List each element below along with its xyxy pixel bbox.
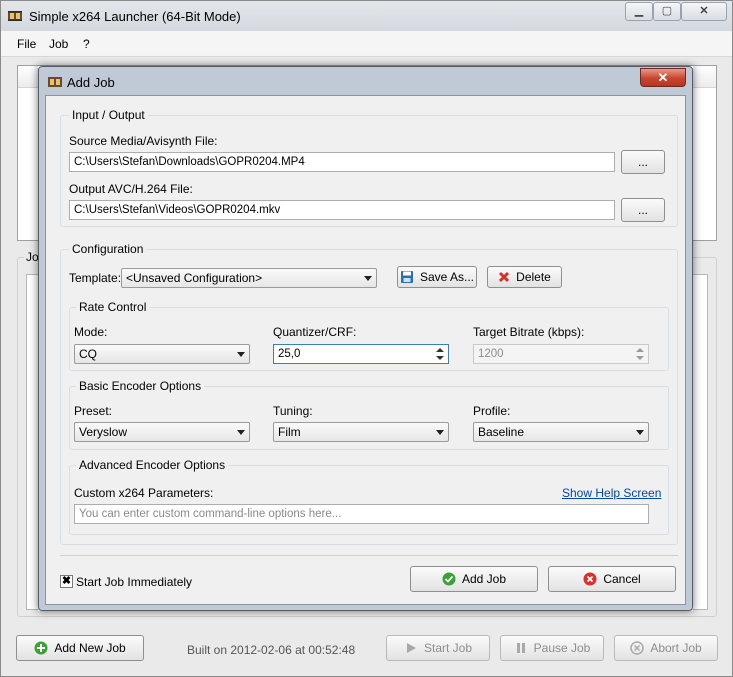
window-title: Simple x264 Launcher (64-Bit Mode) <box>29 9 241 24</box>
cancel-label: Cancel <box>603 572 641 586</box>
abort-icon <box>630 641 645 655</box>
menu-file[interactable]: File <box>17 37 36 51</box>
menu-help[interactable]: ? <box>83 37 90 51</box>
cancel-circle-icon <box>583 572 597 586</box>
mode-select[interactable]: CQ <box>74 344 250 364</box>
menu-job[interactable]: Job <box>49 37 68 51</box>
delete-label: Delete <box>516 270 551 284</box>
chevron-down-icon <box>364 276 372 281</box>
main-titlebar: Simple x264 Launcher (64-Bit Mode) ▁ ▢ ✕ <box>1 1 732 31</box>
minimize-button[interactable]: ▁ <box>625 2 653 21</box>
chevron-down-icon <box>636 430 644 435</box>
start-immediately-label: Start Job Immediately <box>76 575 193 589</box>
rate-control-legend: Rate Control <box>76 300 150 314</box>
chevron-down-icon <box>237 430 245 435</box>
add-icon <box>34 641 48 655</box>
footer-separator <box>60 555 678 556</box>
preset-label: Preset: <box>74 404 113 418</box>
bitrate-input[interactable]: 1200 <box>473 344 649 364</box>
pause-icon <box>516 643 525 653</box>
add-job-button[interactable]: Add Job <box>410 566 538 592</box>
input-output-group: Input / Output Source Media/Avisynth Fil… <box>60 108 678 227</box>
bitrate-value: 1200 <box>478 348 504 360</box>
mode-label: Mode: <box>74 325 108 339</box>
start-immediately-checkbox[interactable]: ✖ <box>60 575 73 588</box>
advanced-encoder-group: Advanced Encoder Options Custom x264 Par… <box>69 458 669 535</box>
close-window-button[interactable]: ✕ <box>681 2 727 21</box>
configuration-legend: Configuration <box>69 242 147 256</box>
source-file-input[interactable]: C:\Users\Stefan\Downloads\GOPR0204.MP4 <box>69 152 615 172</box>
basic-encoder-group: Basic Encoder Options Preset: Veryslow T… <box>69 379 669 450</box>
browse-output-button[interactable]: ... <box>621 198 665 222</box>
dialog-title: Add Job <box>67 75 115 90</box>
build-status-text: Built on 2012-02-06 at 00:52:48 <box>187 643 356 657</box>
tuning-select-value: Film <box>278 425 301 439</box>
cancel-button[interactable]: Cancel <box>548 566 676 592</box>
configuration-group: Configuration Template: <Unsaved Configu… <box>60 242 678 545</box>
preset-select[interactable]: Veryslow <box>74 422 250 442</box>
profile-select-value: Baseline <box>478 425 525 439</box>
rate-control-group: Rate Control Mode: CQ Quantizer/CRF: 25,… <box>69 300 669 371</box>
delete-template-button[interactable]: Delete <box>487 266 562 288</box>
add-new-job-label: Add New Job <box>54 641 126 655</box>
template-select-value: <Unsaved Configuration> <box>126 271 263 285</box>
pause-job-button[interactable]: Pause Job <box>500 635 604 661</box>
quantizer-spinner-icon[interactable] <box>433 346 447 362</box>
app-film-icon <box>8 11 22 21</box>
advanced-encoder-legend: Advanced Encoder Options <box>76 458 229 472</box>
bitrate-spinner-icon[interactable] <box>633 346 647 362</box>
source-file-label: Source Media/Avisynth File: <box>69 134 218 148</box>
input-output-legend: Input / Output <box>69 108 148 122</box>
dialog-titlebar: Add Job ✕ <box>39 67 692 95</box>
dialog-close-button[interactable]: ✕ <box>640 68 686 87</box>
dialog-body: Input / Output Source Media/Avisynth Fil… <box>45 95 686 605</box>
maximize-button[interactable]: ▢ <box>653 2 681 21</box>
save-as-label: Save As... <box>419 270 475 284</box>
quantizer-input[interactable]: 25,0 <box>273 344 449 364</box>
custom-params-label: Custom x264 Parameters: <box>74 486 214 500</box>
quantizer-value: 25,0 <box>278 348 301 360</box>
play-icon <box>406 643 416 653</box>
basic-encoder-legend: Basic Encoder Options <box>76 379 205 393</box>
save-icon <box>400 271 413 283</box>
output-file-input[interactable]: C:\Users\Stefan\Videos\GOPR0204.mkv <box>69 200 615 220</box>
quantizer-label: Quantizer/CRF: <box>273 325 357 339</box>
output-file-label: Output AVC/H.264 File: <box>69 182 193 196</box>
add-new-job-button[interactable]: Add New Job <box>16 635 144 661</box>
add-job-dialog: Add Job ✕ Input / Output Source Media/Av… <box>38 66 693 611</box>
browse-source-button[interactable]: ... <box>621 150 665 174</box>
delete-x-icon <box>499 271 510 283</box>
save-as-button[interactable]: Save As... <box>397 266 477 288</box>
template-label: Template: <box>69 271 122 285</box>
start-job-button[interactable]: Start Job <box>386 635 490 661</box>
menubar: File Job ? <box>1 31 732 57</box>
chevron-down-icon <box>436 430 444 435</box>
custom-params-input[interactable]: You can enter custom command-line option… <box>74 504 649 524</box>
chevron-down-icon <box>237 352 245 357</box>
profile-label: Profile: <box>473 404 511 418</box>
start-job-label: Start Job <box>423 641 473 655</box>
pause-job-label: Pause Job <box>533 641 591 655</box>
preset-select-value: Veryslow <box>79 425 128 439</box>
abort-job-button[interactable]: Abort Job <box>614 635 718 661</box>
mode-select-value: CQ <box>79 347 97 361</box>
dialog-film-icon <box>48 77 62 87</box>
abort-job-label: Abort Job <box>650 641 702 655</box>
show-help-screen-link[interactable]: Show Help Screen <box>562 486 661 500</box>
bitrate-label: Target Bitrate (kbps): <box>473 325 585 339</box>
tuning-select[interactable]: Film <box>273 422 449 442</box>
tuning-label: Tuning: <box>273 404 313 418</box>
add-job-label: Add Job <box>461 572 507 586</box>
profile-select[interactable]: Baseline <box>473 422 649 442</box>
template-select[interactable]: <Unsaved Configuration> <box>121 268 377 288</box>
check-circle-icon <box>442 572 456 586</box>
bottom-toolbar: Add New Job Built on 2012-02-06 at 00:52… <box>1 627 732 677</box>
